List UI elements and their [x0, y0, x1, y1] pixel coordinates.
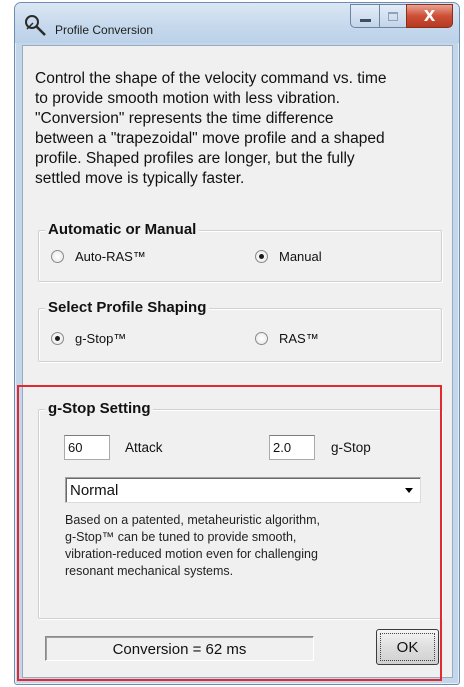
focus-rectangle: [380, 633, 435, 661]
probe-icon: [25, 15, 46, 36]
automatic-or-manual-group: Automatic or Manual Auto-RAS™ Manual: [38, 221, 442, 282]
conversion-status: Conversion = 62 ms: [45, 636, 314, 661]
radio-manual-label: Manual: [279, 249, 322, 264]
radio-g-stop-circle[interactable]: [51, 332, 64, 345]
caption-buttons: X: [350, 4, 453, 28]
description-text: Control the shape of the velocity comman…: [35, 70, 387, 187]
radio-g-stop-label: g-Stop™: [75, 331, 127, 346]
radio-ras-label: RAS™: [279, 331, 319, 346]
automatic-or-manual-legend: Automatic or Manual: [45, 221, 200, 238]
window-title: Profile Conversion: [55, 23, 154, 37]
radio-ras-circle[interactable]: [255, 332, 268, 345]
close-button[interactable]: X: [406, 4, 453, 28]
radio-ras[interactable]: RAS™: [255, 331, 319, 346]
maximize-button[interactable]: [379, 4, 406, 28]
radio-g-stop[interactable]: g-Stop™: [51, 331, 126, 346]
close-icon: X: [423, 7, 436, 25]
radio-manual[interactable]: Manual: [255, 249, 322, 264]
maximize-icon: [388, 11, 398, 21]
radio-auto-ras-circle[interactable]: [51, 250, 64, 263]
radio-auto-ras[interactable]: Auto-RAS™: [51, 249, 146, 264]
minimize-icon: [359, 19, 371, 22]
radio-manual-circle[interactable]: [255, 250, 268, 263]
dialog-client-area: Control the shape of the velocity comman…: [17, 45, 453, 681]
select-profile-shaping-legend: Select Profile Shaping: [45, 299, 210, 316]
minimize-button[interactable]: [350, 4, 379, 28]
select-profile-shaping-group: Select Profile Shaping g-Stop™ RAS™: [38, 299, 442, 362]
radio-auto-ras-label: Auto-RAS™: [75, 249, 146, 264]
profile-conversion-window: Profile Conversion X Control the shape o…: [14, 2, 460, 685]
ok-button[interactable]: OK: [376, 629, 439, 665]
title-bar[interactable]: Profile Conversion X: [15, 3, 459, 43]
